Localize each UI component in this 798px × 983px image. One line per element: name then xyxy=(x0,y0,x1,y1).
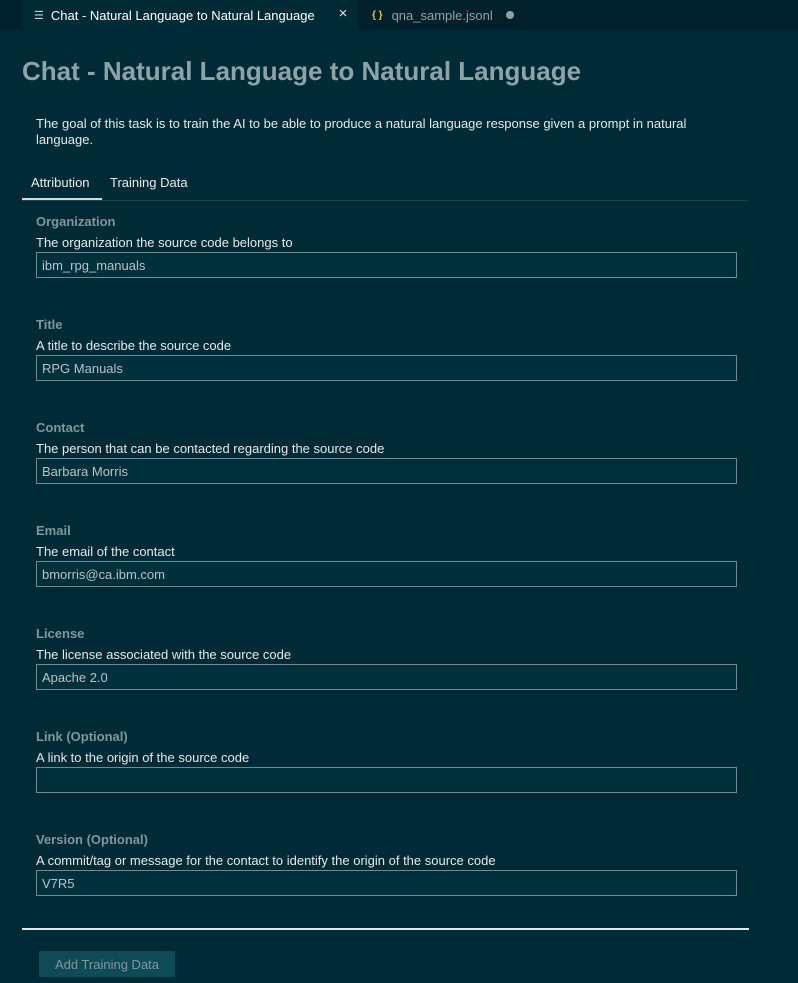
tab-label: Chat - Natural Language to Natural Langu… xyxy=(50,7,315,23)
field-label: Version (Optional) xyxy=(36,832,148,847)
form-tabs: Attribution Training Data xyxy=(22,168,748,201)
field-description: The email of the contact xyxy=(36,544,175,559)
tab-chat-editor[interactable]: ☰ Chat - Natural Language to Natural Lan… xyxy=(22,0,358,30)
field-description: The organization the source code belongs… xyxy=(36,235,293,250)
field-description: The license associated with the source c… xyxy=(36,647,292,662)
list-icon: ☰ xyxy=(34,9,44,22)
tab-training-data[interactable]: Training Data xyxy=(110,175,188,190)
section-divider xyxy=(22,928,749,930)
title-input[interactable] xyxy=(36,355,737,381)
field-label: Link (Optional) xyxy=(36,729,128,744)
active-tab-indicator xyxy=(22,198,102,200)
email-input[interactable] xyxy=(36,561,737,587)
close-icon[interactable]: × xyxy=(336,6,350,21)
add-training-data-button[interactable]: Add Training Data xyxy=(39,951,175,977)
contact-input[interactable] xyxy=(36,458,737,484)
tab-qna-sample[interactable]: { } qna_sample.jsonl xyxy=(358,0,528,30)
field-description: A link to the origin of the source code xyxy=(36,750,250,765)
json-braces-icon: { } xyxy=(372,9,383,21)
field-description: The person that can be contacted regardi… xyxy=(36,441,385,456)
tab-attribution[interactable]: Attribution xyxy=(31,175,90,190)
field-label: Contact xyxy=(36,420,85,435)
field-description: A title to describe the source code xyxy=(36,338,232,353)
page-title: Chat - Natural Language to Natural Langu… xyxy=(22,56,582,86)
editor-tab-bar: ☰ Chat - Natural Language to Natural Lan… xyxy=(0,0,798,30)
license-input[interactable] xyxy=(36,664,737,690)
page-description: The goal of this task is to train the AI… xyxy=(36,116,687,147)
organization-input[interactable] xyxy=(36,252,737,278)
field-label: Email xyxy=(36,523,71,538)
field-description: A commit/tag or message for the contact … xyxy=(36,853,496,868)
unsaved-dot-icon[interactable] xyxy=(506,11,514,19)
field-label: Title xyxy=(36,317,63,332)
tab-label: qna_sample.jsonl xyxy=(391,7,493,23)
field-label: Organization xyxy=(36,214,116,229)
version-input[interactable] xyxy=(36,870,737,896)
link-input[interactable] xyxy=(36,767,737,793)
field-label: License xyxy=(36,626,85,641)
